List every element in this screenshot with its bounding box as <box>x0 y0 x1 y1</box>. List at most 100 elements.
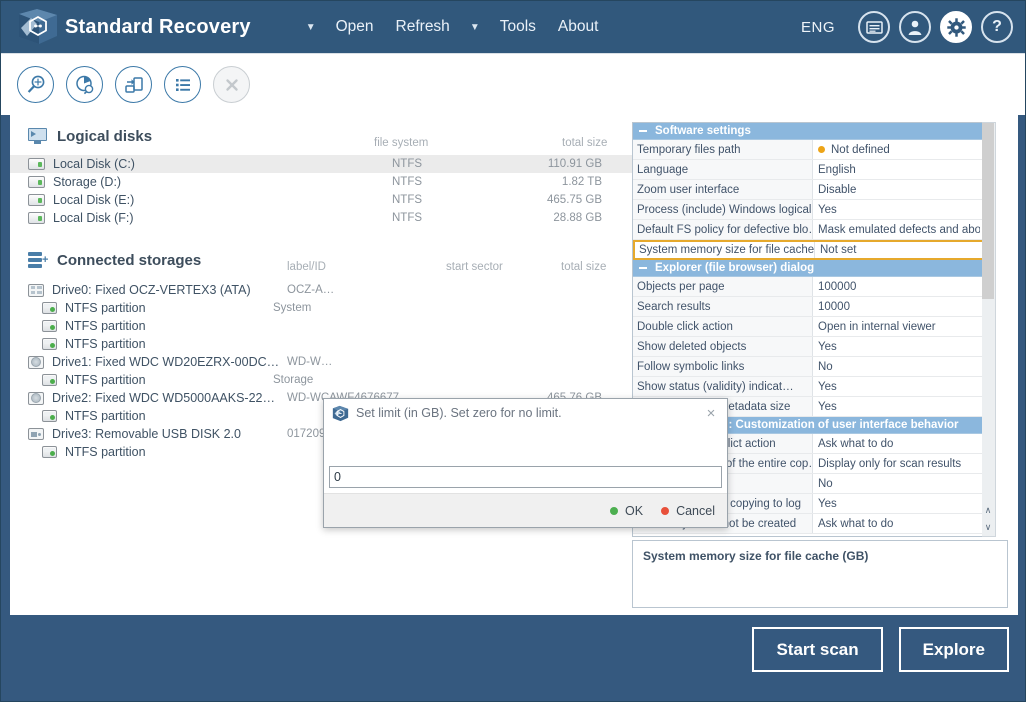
ok-dot-icon <box>610 506 619 515</box>
ok-button-label: OK <box>625 503 644 518</box>
setting-value[interactable]: No <box>813 357 980 376</box>
gear-icon[interactable] <box>940 11 972 43</box>
setting-value[interactable]: Yes <box>813 397 980 416</box>
partition-icon <box>42 446 57 458</box>
setting-value-text: No <box>818 360 833 373</box>
tools-menu-caret-icon[interactable]: ▼ <box>461 23 489 33</box>
log-window-icon[interactable] <box>858 11 890 43</box>
disk-label: Storage (D:) <box>53 175 122 189</box>
storage-label: Drive3: Removable USB DISK 2.0 <box>52 427 241 441</box>
logical-disk-row[interactable]: Local Disk (C:) NTFS 110.91 GB <box>10 155 632 173</box>
setting-value[interactable]: Not set <box>815 242 978 258</box>
action-toolbar <box>1 53 1025 115</box>
start-scan-button[interactable]: Start scan <box>752 627 883 672</box>
settings-row[interactable]: Process (include) Windows logical …Yes▼ <box>633 200 996 220</box>
settings-row[interactable]: Zoom user interfaceDisable▼ <box>633 180 996 200</box>
setting-value[interactable]: 10000 <box>813 297 980 316</box>
settings-row[interactable]: Show deleted objectsYes▼ <box>633 337 996 357</box>
scan-search-icon[interactable] <box>17 66 54 103</box>
settings-row[interactable]: Double click action Open in internal view… <box>633 317 996 337</box>
setting-value[interactable]: Display only for scan results <box>813 454 980 473</box>
partition-row[interactable]: NTFS partition <box>10 317 632 335</box>
setting-description-box: System memory size for file cache (GB) <box>632 540 1008 608</box>
settings-scrollbar[interactable]: ∧ ∨ <box>982 122 996 537</box>
settings-row[interactable]: Default FS policy for defective blo… Mask… <box>633 220 996 240</box>
settings-row[interactable]: Show status (validity) indicat…Yes▼ <box>633 377 996 397</box>
list-view-icon[interactable] <box>164 66 201 103</box>
logical-disk-row[interactable]: Storage (D:) NTFS 1.82 TB <box>10 173 632 191</box>
main-menu: ▼ Open Refresh ▼ Tools About <box>297 14 610 40</box>
setting-value-text: No <box>818 477 833 490</box>
help-icon[interactable]: ? <box>981 11 1013 43</box>
disk-filesystem: NTFS <box>392 176 423 188</box>
open-menu-caret-icon[interactable]: ▼ <box>297 23 325 33</box>
settings-row[interactable]: System memory size for file cache… Not se… <box>633 240 996 260</box>
setting-value[interactable]: English <box>813 160 980 179</box>
user-account-icon[interactable] <box>899 11 931 43</box>
setting-value[interactable]: Disable <box>813 180 980 199</box>
disk-analysis-icon[interactable] <box>66 66 103 103</box>
setting-value[interactable]: Mask emulated defects and abort <box>813 220 980 239</box>
explore-button[interactable]: Explore <box>898 627 1009 672</box>
logical-disk-row[interactable]: Local Disk (E:) NTFS 465.75 GB <box>10 191 632 209</box>
drive-row[interactable]: Drive1: Fixed WDC WD20EZRX-00DC… WD-W… <box>10 353 632 371</box>
column-header-total-size-2: total size <box>561 261 607 273</box>
settings-row[interactable]: Follow symbolic linksNo▼ <box>633 357 996 377</box>
menu-item-open[interactable]: Open <box>325 14 385 40</box>
minus-icon[interactable] <box>639 130 647 132</box>
settings-row[interactable]: Search results10000▶ <box>633 297 996 317</box>
settings-row[interactable]: LanguageEnglish▶ <box>633 160 996 180</box>
setting-value[interactable]: Ask what to do <box>813 434 980 453</box>
partition-icon <box>42 410 57 422</box>
ok-button[interactable]: OK <box>610 504 643 518</box>
close-stop-icon[interactable] <box>213 66 250 103</box>
setting-key: Objects per page <box>633 277 813 296</box>
setting-value-text: Not defined <box>831 143 890 156</box>
setting-value[interactable]: 100000 <box>813 277 980 296</box>
header-actions: ENG ? <box>801 1 1013 53</box>
setting-value[interactable]: Open in internal viewer <box>813 317 980 336</box>
settings-section-header[interactable]: Explorer (file browser) dialog <box>633 260 996 277</box>
partition-row[interactable]: NTFS partition Storage <box>10 371 632 389</box>
language-indicator[interactable]: ENG <box>801 19 835 36</box>
scroll-down-arrow-icon[interactable]: ∨ <box>982 519 994 536</box>
partition-row[interactable]: NTFS partition System <box>10 299 632 317</box>
copy-transfer-icon[interactable] <box>115 66 152 103</box>
settings-row[interactable]: Temporary files pathNot defined▶ <box>633 140 996 160</box>
dialog-footer: OK Cancel <box>324 493 727 527</box>
disk-total-size: 110.91 GB <box>547 158 602 170</box>
setting-value[interactable]: Not defined <box>813 140 980 159</box>
logical-disks-title: Logical disks <box>57 127 153 145</box>
partition-row[interactable]: NTFS partition <box>10 335 632 353</box>
setting-value[interactable]: Ask what to do <box>813 514 980 533</box>
setting-value[interactable]: Yes <box>813 377 980 396</box>
cancel-button[interactable]: Cancel <box>661 504 715 518</box>
menu-item-about[interactable]: About <box>547 14 610 40</box>
scroll-up-arrow-icon[interactable]: ∧ <box>982 502 994 519</box>
menu-item-refresh[interactable]: Refresh <box>385 14 461 40</box>
footer-actions: Start scan Explore <box>752 627 1009 672</box>
setting-key: Zoom user interface <box>633 180 813 199</box>
setting-value[interactable]: Yes <box>813 200 980 219</box>
setting-value[interactable]: Yes <box>813 494 980 513</box>
setting-key: Follow symbolic links <box>633 357 813 376</box>
menu-item-tools[interactable]: Tools <box>489 14 547 40</box>
storage-label: NTFS partition <box>65 373 146 387</box>
close-icon[interactable]: × <box>701 403 721 423</box>
storage-label: NTFS partition <box>65 337 146 351</box>
limit-input[interactable] <box>329 466 722 488</box>
settings-section-header[interactable]: Software settings <box>633 123 996 140</box>
setting-value-text: Yes <box>818 497 837 510</box>
settings-panel: Software settings Temporary files path Not… <box>632 115 1018 615</box>
settings-section-title: Software settings <box>655 125 751 137</box>
minus-icon[interactable] <box>639 267 647 269</box>
scrollbar-thumb[interactable] <box>982 123 994 299</box>
setting-value[interactable]: No <box>813 474 980 493</box>
setting-value[interactable]: Yes <box>813 337 980 356</box>
disk-filesystem: NTFS <box>392 158 423 170</box>
settings-row[interactable]: Objects per page100000▶ <box>633 277 996 297</box>
usb-drive-icon <box>28 428 44 440</box>
logical-disk-row[interactable]: Local Disk (F:) NTFS 28.88 GB <box>10 209 632 227</box>
setting-value-text: Display only for scan results <box>818 457 962 470</box>
drive-row[interactable]: Drive0: Fixed OCZ-VERTEX3 (ATA) OCZ-A… <box>10 281 632 299</box>
